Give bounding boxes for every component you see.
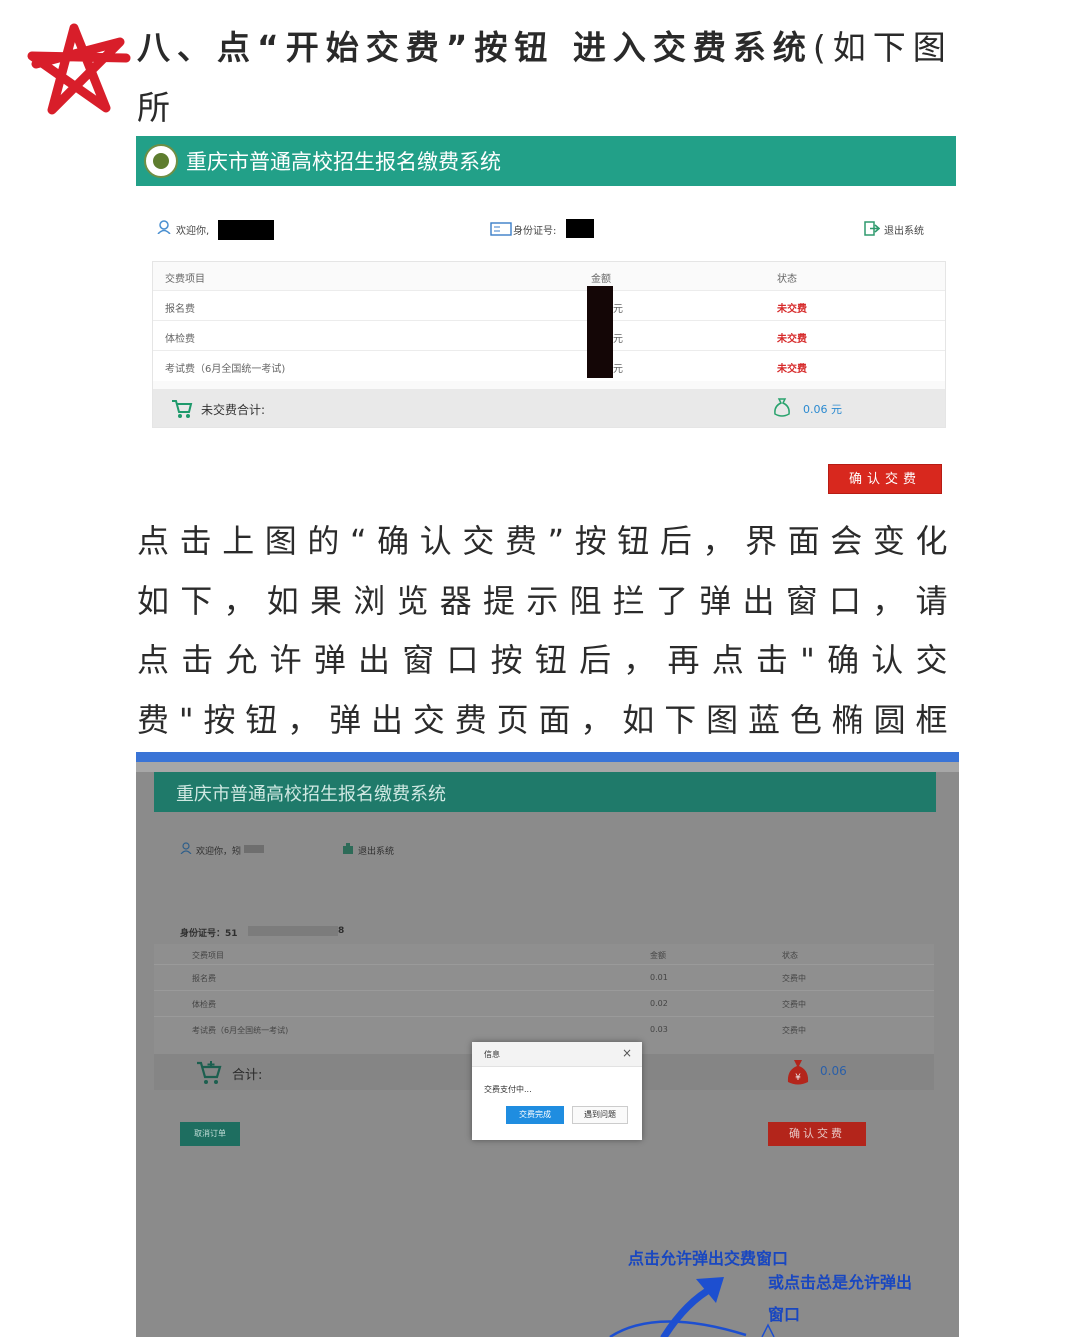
redacted-id [566,219,594,238]
total-bar: 未交费合计: 0.06 元 [153,389,945,427]
row-amount: 0.03 [650,1025,668,1034]
row-item: 体检费 [165,334,195,345]
confirm-payment-button[interactable]: 确认交费 [828,464,942,494]
redacted-name [218,220,274,240]
table-row: 体检费 0.02 交费中 [154,990,934,1017]
blurred-name [244,845,264,853]
system-title: 重庆市普通高校招生报名缴费系统 [176,784,446,805]
unpaid-total-value: 0.06 元 [803,403,842,416]
row-item: 考试费（6月全国统一考试) [192,1026,289,1035]
cart-icon [172,400,193,418]
red-star-icon [27,23,131,115]
col-header-status: 状态 [782,951,798,960]
browser-tab-strip [136,762,959,772]
row-status: 交费中 [782,1000,806,1009]
table-row: 报名费 元 未交费 [153,290,945,321]
row-status: 交费中 [782,1026,806,1035]
col-header-item: 交费项目 [165,274,205,285]
total-label: 合计: [232,1068,263,1083]
row-amount-unit: 元 [613,364,623,375]
cart-plus-icon [197,1061,222,1084]
fee-table: 交费项目 金额 状态 报名费 元 未交费 体检费 元 未交费 考试费（6月全国统… [152,261,946,428]
logout-icon [864,221,880,236]
row-status: 未交费 [777,364,807,375]
user-icon [157,220,171,234]
id-label: 身份证号：51 [180,929,238,939]
col-header-status: 状态 [777,274,797,285]
dialog-header: 信息 × [472,1042,642,1067]
id-label: 身份证号: [513,226,557,237]
user-icon [180,842,192,854]
row-item: 报名费 [192,974,216,983]
row-amount-unit: 元 [613,334,623,345]
money-bag-icon: ¥ [787,1060,809,1085]
row-amount-unit: 元 [613,304,623,315]
col-header-amount: 金额 [650,951,666,960]
table-row: 考试费（6月全国统一考试) 0.03 交费中 [154,1016,934,1043]
unpaid-total-label: 未交费合计: [201,403,266,417]
logout-link[interactable]: 退出系统 [884,222,924,237]
system-header: 重庆市普通高校招生报名缴费系统 [136,136,956,186]
browser-top-strip [136,752,959,762]
confirm-payment-button[interactable]: 确认交费 [768,1122,866,1146]
svg-text:¥: ¥ [795,1073,801,1083]
heading-bold: 八、点“开始交费”按钮 进入交费系统 [137,28,813,67]
school-logo-icon [144,144,178,178]
dialog-title: 信息 [484,1050,500,1059]
row-amount: 0.01 [650,973,668,982]
close-icon[interactable]: × [622,1046,632,1060]
welcome-label: 欢迎你，矧 [196,847,242,857]
screenshot-payment-list: 重庆市普通高校招生报名缴费系统 欢迎你, 身份证号: 退出系统 交费项目 金额 … [136,136,956,506]
table-row: 考试费（6月全国统一考试) 元 未交费 [153,350,945,381]
system-title: 重庆市普通高校招生报名缴费系统 [186,150,501,174]
screenshot-payment-dialog: 重庆市普通高校招生报名缴费系统 欢迎你，矧 退出系统 身份证号：51 8 交费项… [136,752,959,1337]
welcome-label: 欢迎你, [176,226,210,237]
total-value: 0.06 [820,1064,847,1078]
payment-dialog: 信息 × 交费支付中... 交费完成 遇到问题 [472,1042,642,1140]
id-tail: 8 [338,926,345,936]
row-item: 考试费（6月全国统一考试) [165,364,286,375]
payment-done-button[interactable]: 交费完成 [506,1106,564,1124]
blue-arrow-icon [609,1277,775,1337]
row-status: 未交费 [777,334,807,345]
row-status: 交费中 [782,974,806,983]
dialog-message: 交费支付中... [484,1085,532,1094]
row-status: 未交费 [777,304,807,315]
money-bag-icon [774,398,790,417]
table-row: 体检费 元 未交费 [153,320,945,351]
logout-icon [343,843,353,854]
cancel-order-button[interactable]: 取消订单 [180,1122,240,1146]
row-item: 体检费 [192,1000,216,1009]
blurred-id [248,926,338,936]
redacted-amounts [587,286,613,378]
logout-link[interactable]: 退出系统 [358,844,394,857]
problem-button[interactable]: 遇到问题 [572,1106,628,1124]
col-header-item: 交费项目 [192,951,224,960]
row-amount: 0.02 [650,999,668,1008]
id-card-icon [490,222,512,236]
col-header-amount: 金额 [591,274,611,285]
row-item: 报名费 [165,304,195,315]
system-header: 重庆市普通高校招生报名缴费系统 [154,772,936,812]
table-row: 报名费 0.01 交费中 [154,964,934,991]
